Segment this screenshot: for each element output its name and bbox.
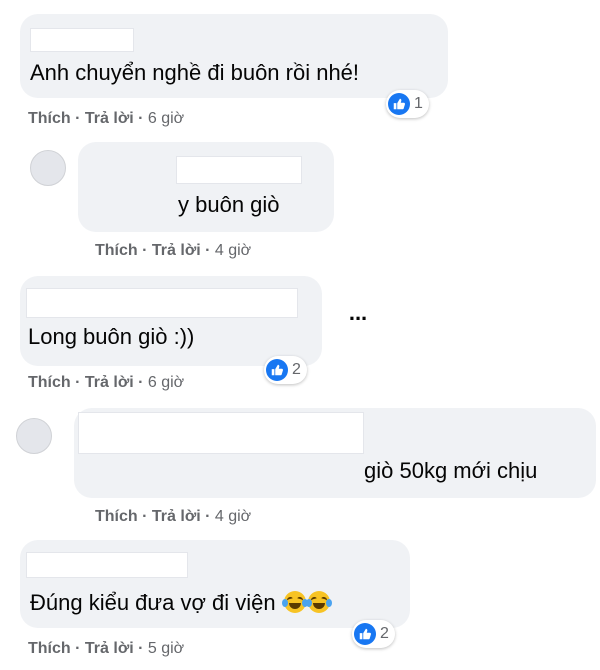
comment-text: giò 50kg mới chịu (364, 458, 538, 483)
reaction-count: 1 (414, 95, 423, 112)
laughing-tears-emoji (281, 591, 308, 613)
comment-bubble: Đúng kiểu đưa vợ đi viện (20, 540, 410, 628)
separator: · (205, 242, 211, 259)
comment-bubble: giò 50kg mới chịu (74, 408, 596, 498)
separator: · (138, 640, 144, 657)
like-icon (354, 623, 376, 645)
avatar[interactable] (30, 150, 66, 186)
more-options-button[interactable]: ... (342, 302, 374, 330)
reaction-summary[interactable]: 2 (352, 620, 395, 648)
author-name-redacted (176, 156, 302, 184)
comment-text-body: Đúng kiểu đưa vợ đi viện (30, 590, 276, 615)
separator: · (142, 508, 148, 525)
comment-bubble: Anh chuyển nghề đi buôn rồi nhé! (20, 14, 448, 98)
comment-text: y buôn giò (178, 192, 280, 217)
comment-actions: Thích · Trả lời · 4 giờ (95, 242, 251, 260)
like-link[interactable]: Thích (28, 640, 71, 657)
reaction-summary[interactable]: 2 (264, 356, 307, 384)
reply-link[interactable]: Trả lời (85, 110, 134, 127)
author-name-redacted (26, 288, 298, 318)
avatar[interactable] (16, 418, 52, 454)
timestamp[interactable]: 6 giờ (148, 374, 184, 391)
laughing-tears-emoji (305, 591, 332, 613)
comment-text: Long buôn giò :)) (28, 324, 195, 349)
timestamp[interactable]: 5 giờ (148, 640, 184, 657)
like-icon (388, 93, 410, 115)
comment-actions: Thích · Trả lời · 6 giờ (28, 110, 184, 128)
reaction-count: 2 (292, 361, 301, 378)
comment-actions: Thích · Trả lời · 5 giờ (28, 640, 184, 658)
separator: · (75, 374, 81, 391)
comment-bubble: Long buôn giò :)) (20, 276, 322, 366)
separator: · (75, 640, 81, 657)
like-icon (266, 359, 288, 381)
timestamp[interactable]: 4 giờ (215, 508, 251, 525)
reaction-summary[interactable]: 1 (386, 90, 429, 118)
reply-link[interactable]: Trả lời (85, 374, 134, 391)
previous-meta-fragment (210, 0, 280, 6)
like-link[interactable]: Thích (95, 242, 138, 259)
separator: · (138, 374, 144, 391)
timestamp[interactable]: 4 giờ (215, 242, 251, 259)
comment-actions: Thích · Trả lời · 4 giờ (95, 508, 251, 526)
separator: · (205, 508, 211, 525)
separator: · (138, 110, 144, 127)
separator: · (75, 110, 81, 127)
reaction-count: 2 (380, 625, 389, 642)
comment-text: Anh chuyển nghề đi buôn rồi nhé! (30, 60, 360, 85)
like-link[interactable]: Thích (28, 374, 71, 391)
author-name-redacted (78, 412, 364, 454)
like-link[interactable]: Thích (95, 508, 138, 525)
timestamp[interactable]: 6 giờ (148, 110, 184, 127)
comment-actions: Thích · Trả lời · 6 giờ (28, 374, 184, 392)
reply-link[interactable]: Trả lời (152, 508, 201, 525)
author-name-redacted (26, 552, 188, 578)
separator: · (142, 242, 148, 259)
reply-link[interactable]: Trả lời (85, 640, 134, 657)
like-link[interactable]: Thích (28, 110, 71, 127)
reply-link[interactable]: Trả lời (152, 242, 201, 259)
author-name-redacted (30, 28, 134, 52)
comment-text: Đúng kiểu đưa vợ đi viện (30, 590, 332, 616)
comment-bubble: y buôn giò (78, 142, 334, 232)
